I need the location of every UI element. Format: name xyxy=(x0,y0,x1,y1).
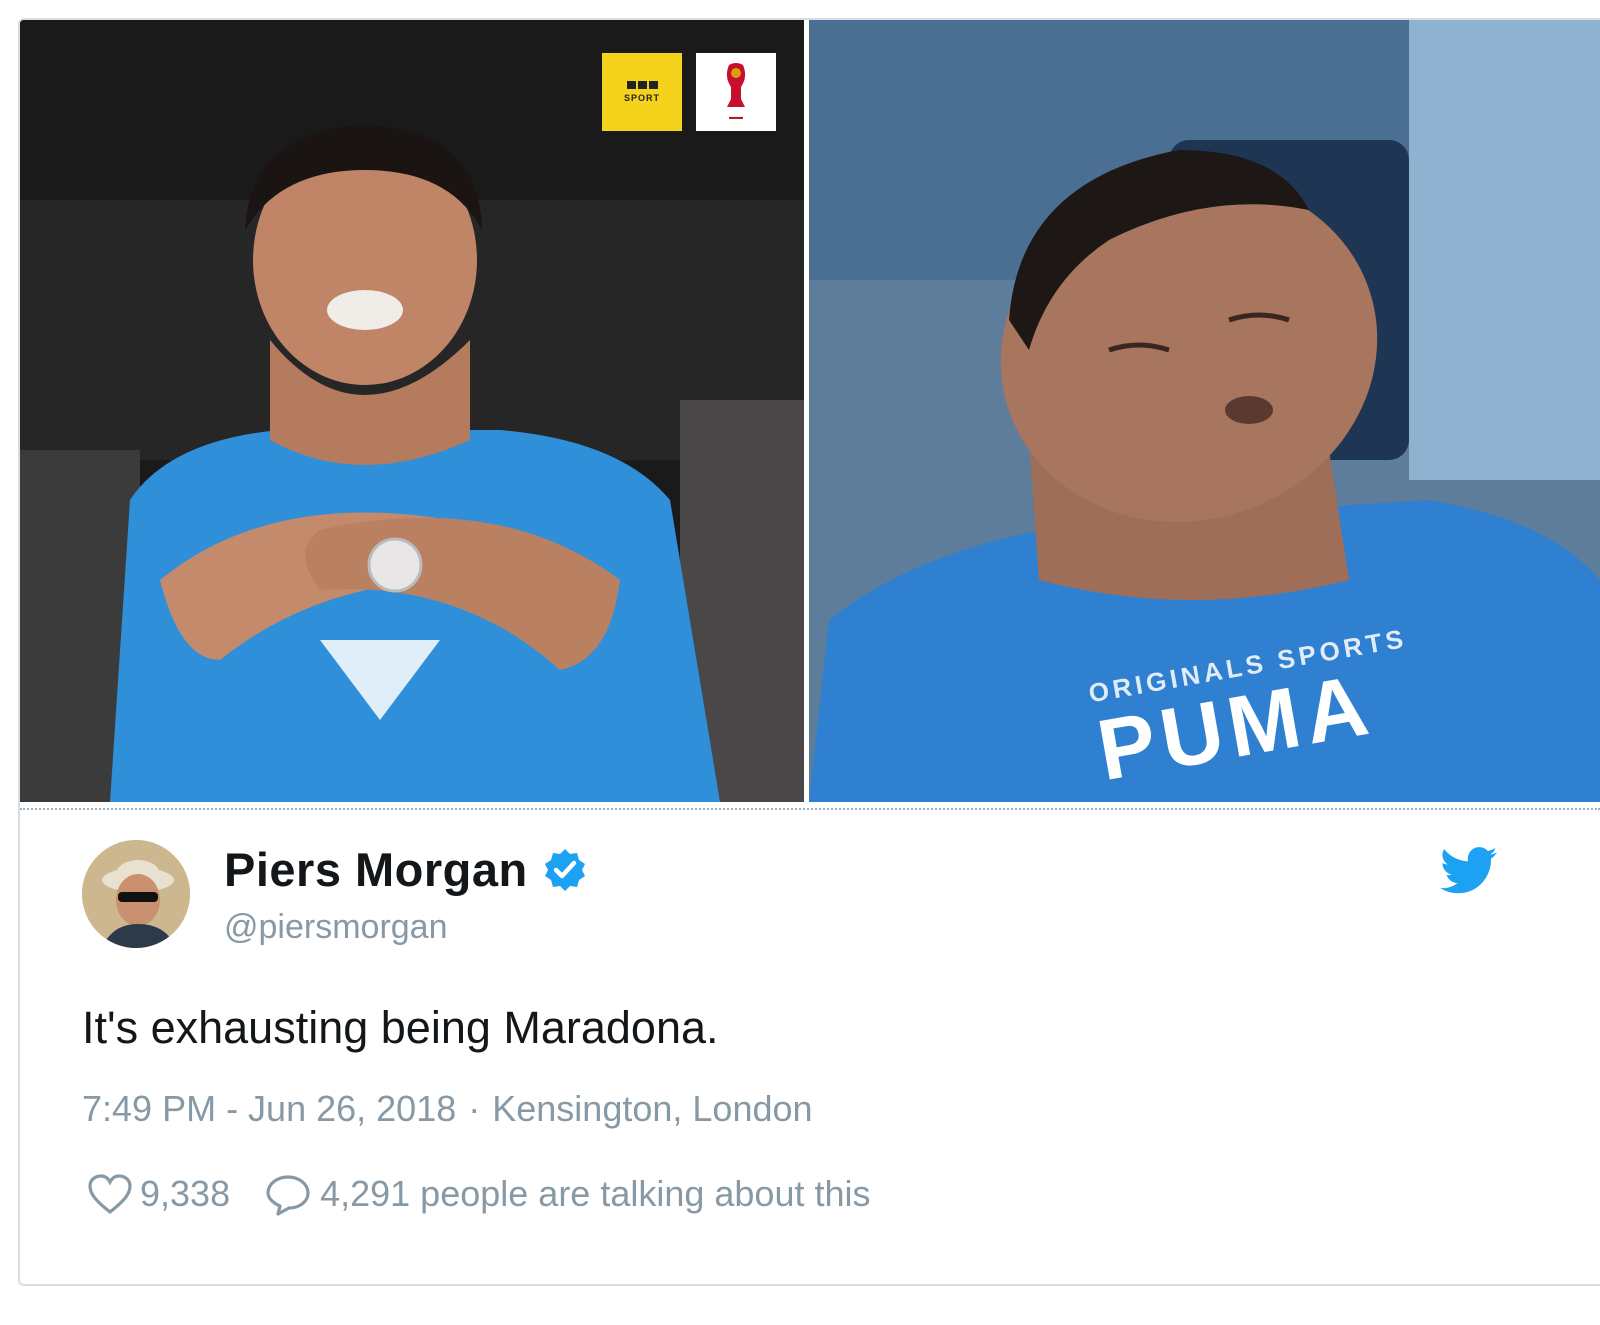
author-name-row[interactable]: Piers Morgan xyxy=(224,842,588,897)
left-photo-illustration xyxy=(20,20,804,802)
left-photo[interactable]: SPORT ▬▬ xyxy=(20,20,804,802)
likes-count[interactable]: 9,338 xyxy=(140,1173,230,1215)
author-handle[interactable]: @piersmorgan xyxy=(224,908,448,947)
avatar-image xyxy=(82,840,190,948)
bbc-sport-logo: SPORT xyxy=(602,53,682,131)
right-photo[interactable]: ORIGINALS SPORTS PUMA i xyxy=(809,20,1600,802)
talking-about-text[interactable]: 4,291 people are talking about this xyxy=(320,1173,870,1215)
meta-separator: · xyxy=(468,1088,481,1129)
tweet-meta: 7:49 PM - Jun 26, 2018 · Kensington, Lon… xyxy=(82,1088,813,1130)
tweet-timestamp[interactable]: 7:49 PM - Jun 26, 2018 xyxy=(82,1088,456,1130)
reply-bubble-icon[interactable] xyxy=(264,1172,312,1216)
tweet-text: It's exhausting being Maradona. xyxy=(82,1002,719,1053)
avatar[interactable] xyxy=(82,840,190,948)
twitter-bird-icon[interactable] xyxy=(1440,846,1498,896)
author-display-name[interactable]: Piers Morgan xyxy=(224,842,528,897)
tweet-location[interactable]: Kensington, London xyxy=(492,1088,812,1130)
heart-icon[interactable] xyxy=(86,1172,134,1216)
trophy-icon xyxy=(726,63,746,107)
bbc-sport-label: SPORT xyxy=(623,93,660,103)
media-divider xyxy=(20,808,1600,810)
tweet-media[interactable]: SPORT ▬▬ ORIGINALS SPORTS PUMA xyxy=(20,20,1600,810)
verified-badge-icon xyxy=(544,848,585,891)
embedded-tweet-card[interactable]: SPORT ▬▬ ORIGINALS SPORTS PUMA Piers Mor… xyxy=(18,18,1600,1286)
world-cup-logo: ▬▬ xyxy=(696,53,776,131)
engagement-row: 9,338 4,291 people are talking about thi… xyxy=(86,1172,871,1216)
world-cup-mark: ▬▬ xyxy=(729,114,743,121)
